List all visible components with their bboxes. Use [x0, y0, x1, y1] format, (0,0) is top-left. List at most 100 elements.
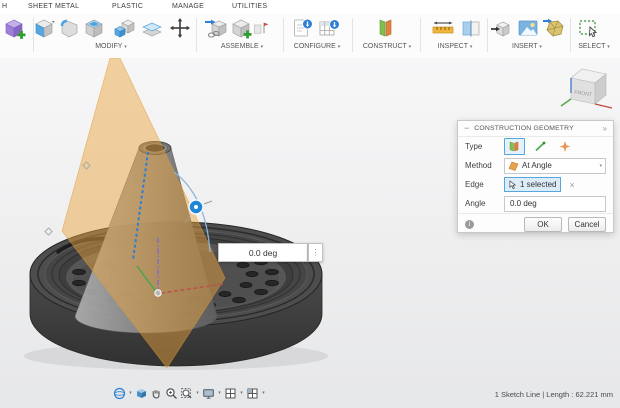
info-icon[interactable]: i	[465, 220, 474, 229]
chevron-down-icon: ▾	[261, 44, 264, 50]
toolbar-separator	[570, 18, 571, 52]
ribbon-toolbar: MODIFY ▾ ASSEMBLE ▾ CONFIGURE ▾ CONSTRUC…	[0, 14, 620, 59]
zoom-icon[interactable]	[165, 387, 178, 400]
toolbar-separator	[196, 18, 197, 52]
viewports-icon[interactable]	[246, 387, 259, 400]
plane-type-icon	[507, 140, 522, 153]
edge-label: Edge	[465, 180, 504, 189]
select-marquee-icon[interactable]	[576, 16, 600, 40]
press-pull-icon[interactable]	[31, 16, 55, 40]
select-group-label[interactable]: SELECT ▾	[578, 43, 610, 50]
method-dropdown[interactable]: At Angle ▾	[504, 158, 606, 174]
chevron-down-icon: ▾	[338, 44, 341, 50]
dialog-header[interactable]: − CONSTRUCTION GEOMETRY »	[458, 121, 613, 137]
modify-group-label[interactable]: MODIFY ▾	[95, 43, 127, 50]
dialog-title: CONSTRUCTION GEOMETRY	[474, 125, 602, 132]
chevron-down-icon[interactable]: ▾	[217, 390, 222, 396]
origin-point[interactable]	[155, 290, 161, 296]
create-form-icon[interactable]	[2, 16, 26, 40]
configure-group-label[interactable]: CONFIGURE ▾	[294, 43, 340, 50]
combine-icon[interactable]	[112, 16, 136, 40]
at-angle-icon	[508, 160, 519, 171]
canvas-icon[interactable]	[516, 16, 540, 40]
type-plane-option[interactable]	[504, 138, 525, 155]
inspect-group-label[interactable]: INSPECT ▾	[438, 43, 473, 50]
tab-sheet-metal[interactable]: SHEET METAL	[28, 3, 79, 10]
construct-group-label[interactable]: CONSTRUCT ▾	[363, 43, 411, 50]
fillet-icon[interactable]	[57, 16, 81, 40]
collapse-icon[interactable]: −	[464, 124, 469, 133]
chevron-down-icon: ▾	[599, 163, 602, 169]
selection-status-text: 1 Sketch Line | Length : 62.221 mm	[495, 390, 613, 399]
edge-row: Edge 1 selected ×	[458, 175, 613, 194]
angle-value-input[interactable]: 0.0 deg	[218, 243, 308, 262]
chevron-down-icon[interactable]: ▾	[261, 390, 266, 396]
type-label: Type	[465, 142, 504, 151]
toolbar-separator	[420, 18, 421, 52]
type-row: Type	[458, 137, 613, 156]
toolbar-separator	[283, 18, 284, 52]
display-settings-icon[interactable]	[202, 387, 215, 400]
cursor-icon	[509, 180, 517, 190]
pan-icon[interactable]	[150, 387, 163, 400]
tab-plastic[interactable]: PLASTIC	[112, 3, 143, 10]
chevron-down-icon[interactable]: ▾	[239, 390, 244, 396]
edge-selection-count: 1 selected	[520, 180, 556, 189]
split-body-icon[interactable]	[140, 16, 164, 40]
chevron-down-icon[interactable]: ▾	[195, 390, 200, 396]
insert-group-label[interactable]: INSERT ▾	[512, 43, 542, 50]
grid-icon[interactable]	[224, 387, 237, 400]
tab-manage[interactable]: MANAGE	[172, 3, 204, 10]
method-row: Method At Angle ▾	[458, 156, 613, 175]
orbit-icon[interactable]	[113, 387, 126, 400]
chevron-down-icon: ▾	[607, 44, 610, 50]
ok-button[interactable]: OK	[524, 217, 562, 232]
construction-geometry-dialog: − CONSTRUCTION GEOMETRY » Type Method At…	[457, 120, 614, 233]
configuration-icon[interactable]	[291, 16, 315, 40]
section-analysis-icon[interactable]	[459, 16, 483, 40]
chevron-down-icon: ▾	[470, 44, 473, 50]
fusion-app-window: H SHEET METAL PLASTIC MANAGE UTILITIES	[0, 0, 620, 408]
tab-partial[interactable]: H	[2, 3, 7, 10]
configuration-table-icon[interactable]	[317, 16, 341, 40]
shell-icon[interactable]	[82, 16, 106, 40]
x-axis-indicator	[595, 104, 612, 108]
type-point-option[interactable]	[554, 138, 575, 155]
y-axis-indicator	[561, 99, 571, 106]
tab-utilities[interactable]: UTILITIES	[232, 3, 267, 10]
construction-plane-icon[interactable]	[374, 16, 398, 40]
chevron-down-icon: ▾	[409, 44, 412, 50]
method-label: Method	[465, 161, 504, 170]
toolbar-separator	[352, 18, 353, 52]
cancel-button[interactable]: Cancel	[568, 217, 606, 232]
angle-input-menu[interactable]: ⋮	[308, 243, 323, 262]
joint-icon[interactable]	[204, 16, 228, 40]
chevron-down-icon[interactable]: ▾	[128, 390, 133, 396]
clear-selection-icon[interactable]: ×	[569, 180, 574, 190]
point-type-icon	[558, 140, 572, 153]
chevron-down-icon: ▾	[539, 44, 542, 50]
new-component-icon[interactable]	[229, 16, 253, 40]
view-cube[interactable]: FRONT	[558, 62, 616, 118]
dock-panel-icon[interactable]: »	[603, 124, 607, 133]
angle-row: Angle 0.0 deg	[458, 194, 613, 213]
window-zoom-icon[interactable]	[180, 387, 193, 400]
edge-selection-button[interactable]: 1 selected	[504, 177, 561, 192]
assemble-group-label[interactable]: ASSEMBLE ▾	[221, 43, 263, 50]
ribbon-tabbar: H SHEET METAL PLASTIC MANAGE UTILITIES	[0, 0, 620, 14]
insert-derive-icon[interactable]	[489, 16, 513, 40]
angle-field-value: 0.0 deg	[510, 199, 537, 208]
toolbar-separator	[487, 18, 488, 52]
move-copy-icon[interactable]	[168, 16, 192, 40]
axis-type-icon	[533, 140, 547, 153]
look-at-icon[interactable]	[135, 387, 148, 400]
constraint-glyph	[45, 228, 52, 235]
insert-mesh-icon[interactable]	[542, 16, 566, 40]
joint-origin-flag-icon[interactable]	[252, 16, 270, 40]
angle-field[interactable]: 0.0 deg	[504, 196, 606, 212]
measure-icon[interactable]	[431, 16, 455, 40]
angle-label: Angle	[465, 199, 504, 208]
dialog-footer: i OK Cancel	[458, 213, 613, 234]
type-axis-option[interactable]	[529, 138, 550, 155]
navigation-dock: ▾ ▾ ▾ ▾ ▾	[113, 385, 266, 401]
